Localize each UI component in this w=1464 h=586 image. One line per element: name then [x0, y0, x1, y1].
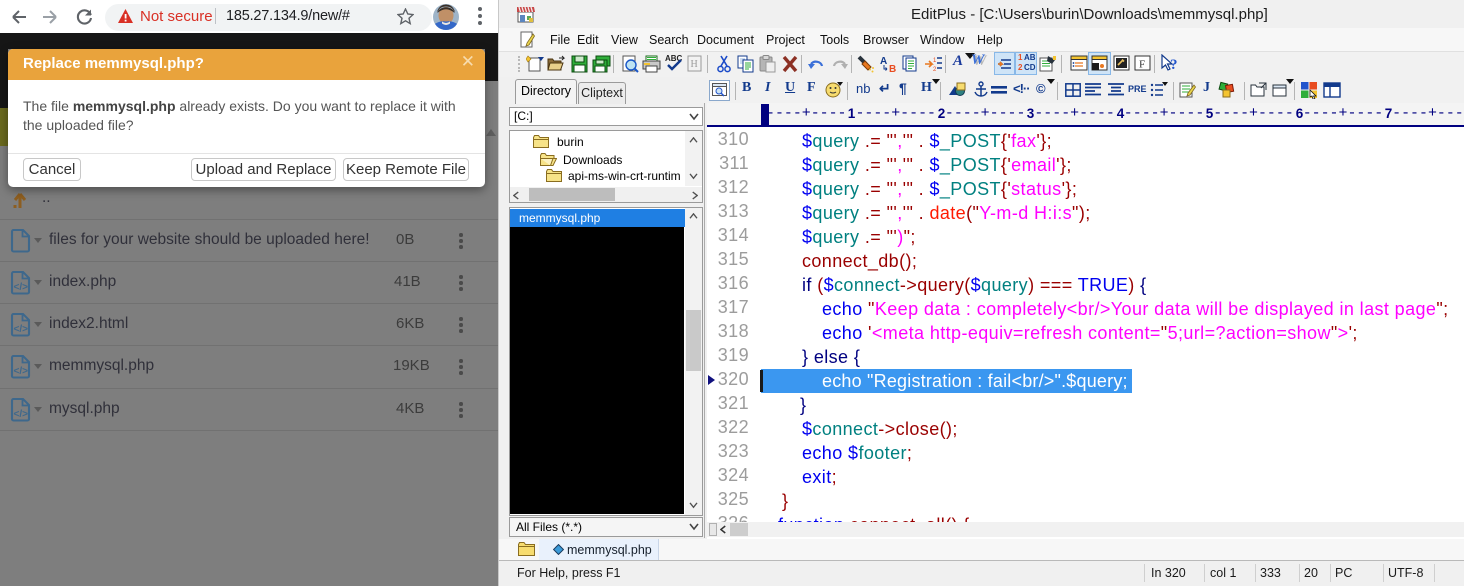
svg-text:1: 1 — [933, 58, 937, 64]
svg-text:</>: </> — [14, 409, 29, 420]
svg-text:B: B — [889, 64, 896, 73]
svg-text:F: F — [1139, 59, 1145, 71]
svg-text:</>: </> — [14, 324, 29, 335]
svg-text:H: H — [691, 59, 698, 70]
svg-text:?: ? — [1170, 57, 1178, 73]
svg-text:2: 2 — [933, 67, 937, 73]
svg-text:</>: </> — [14, 282, 29, 293]
svg-text:</>: </> — [14, 366, 29, 377]
